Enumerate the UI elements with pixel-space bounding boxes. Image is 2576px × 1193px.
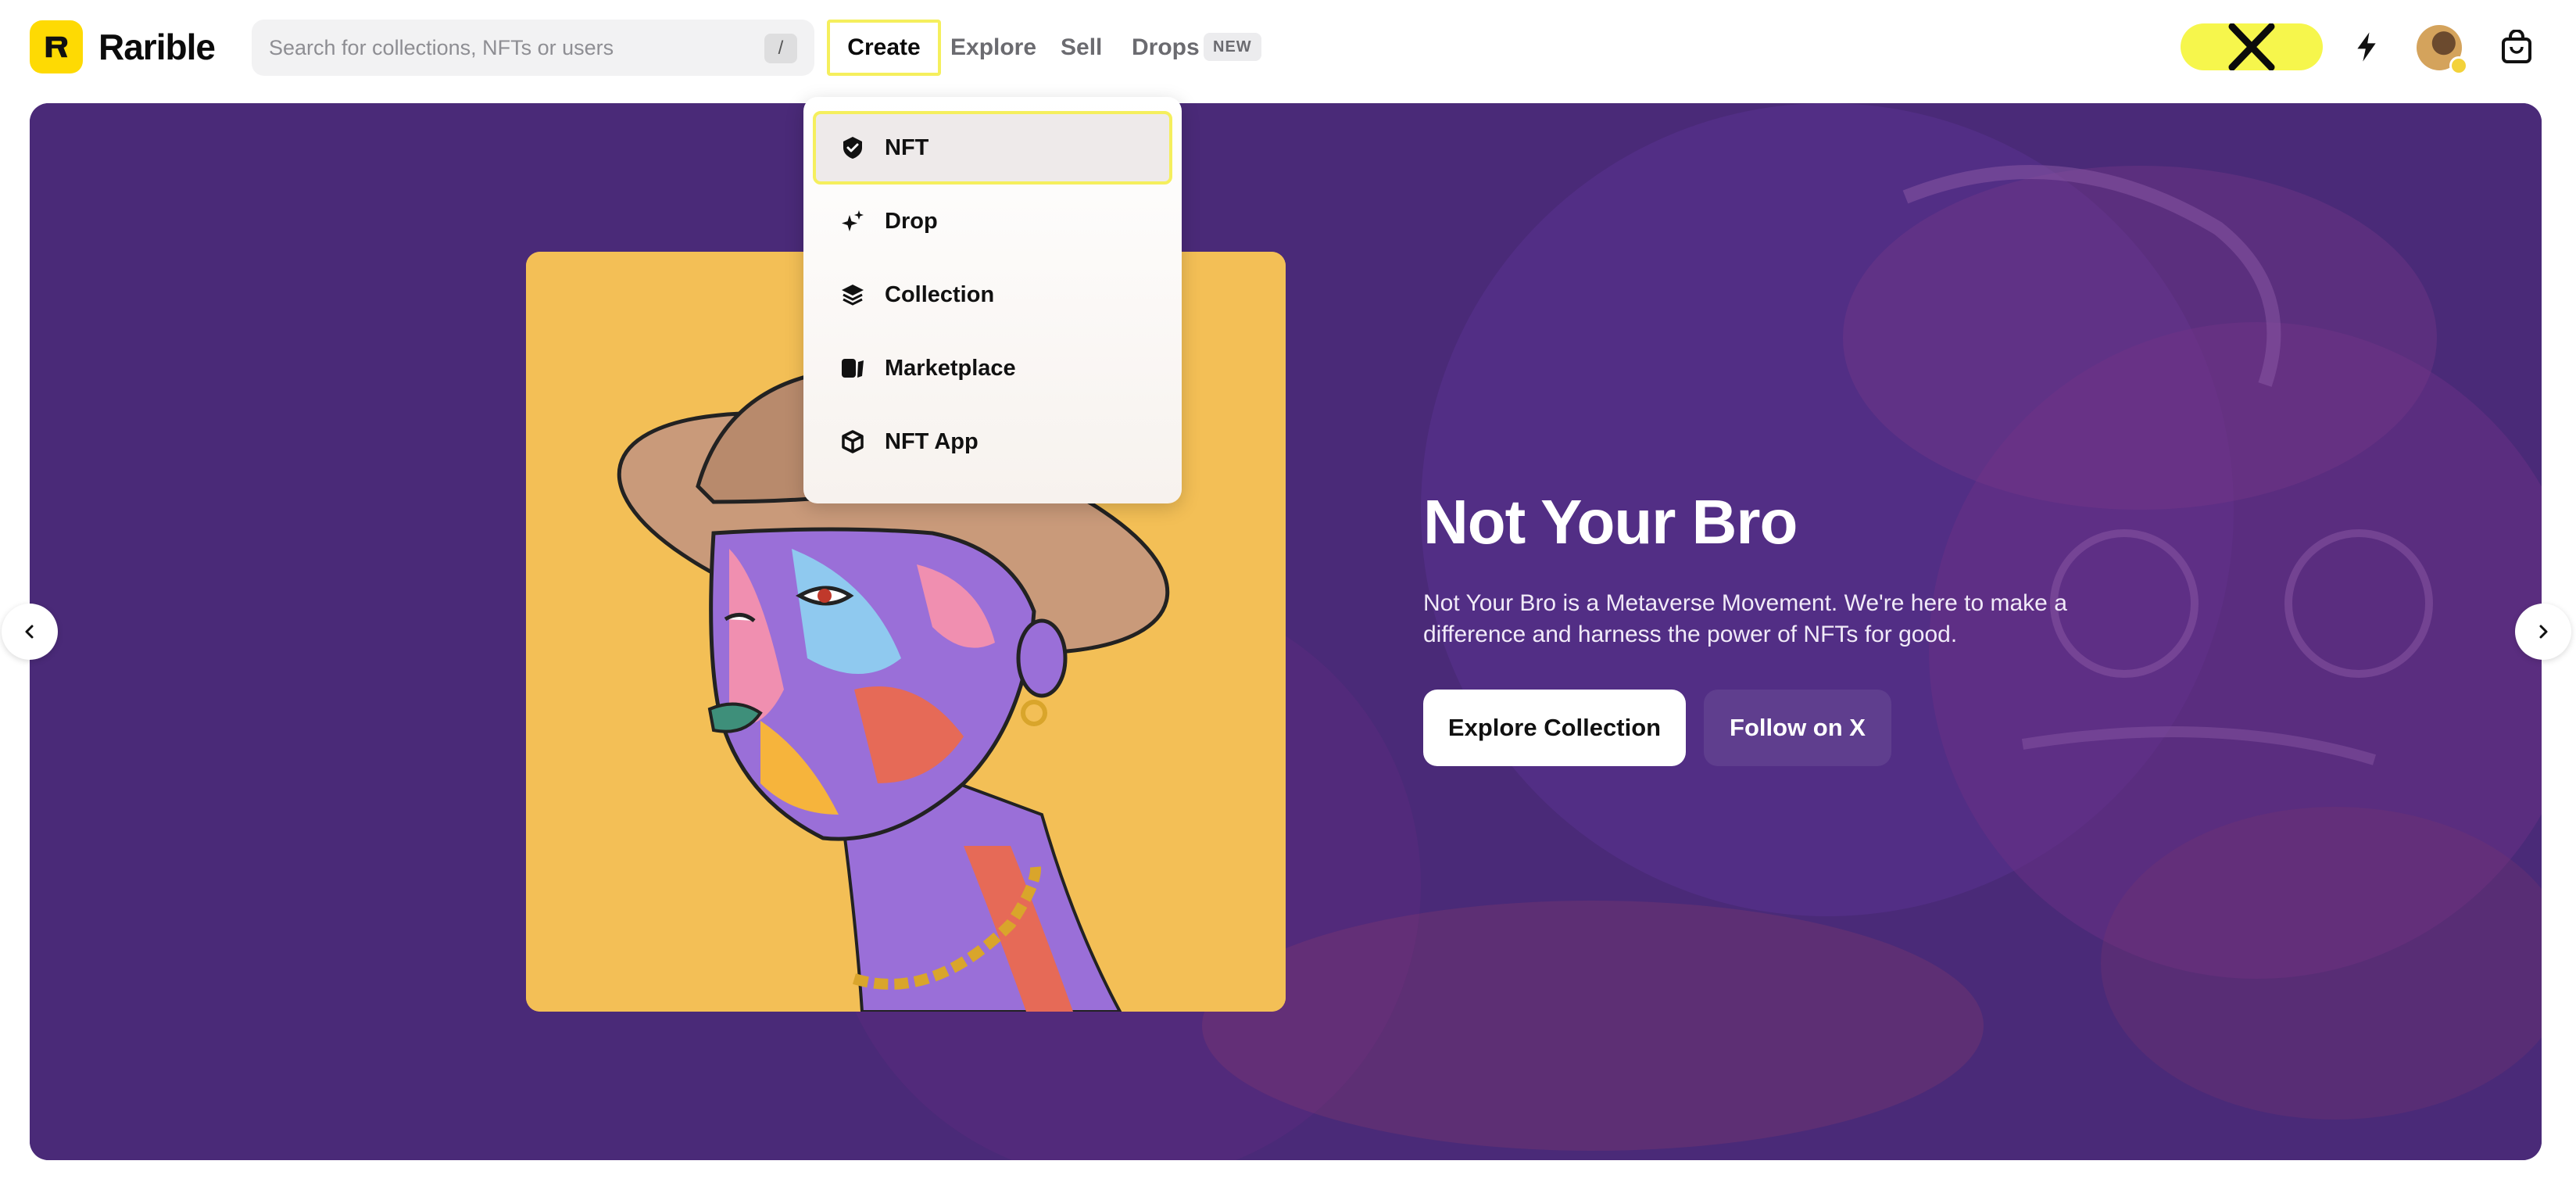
- shield-check-icon: [839, 134, 866, 161]
- chevron-right-icon: [2539, 625, 2548, 639]
- search-bar[interactable]: Search for collections, NFTs or users /: [252, 20, 814, 76]
- chevron-left-icon: [25, 625, 34, 639]
- hero-banner: Not Your Bro Not Your Bro is a Metaverse…: [30, 103, 2542, 1160]
- menu-item-collection[interactable]: Collection: [813, 258, 1172, 331]
- create-dropdown-menu: NFT Drop Collection Marketplace NFT App: [803, 97, 1182, 503]
- menu-item-label: Drop: [885, 208, 938, 234]
- follow-on-x-button[interactable]: Follow on X: [1704, 690, 1891, 766]
- menu-item-label: Marketplace: [885, 355, 1016, 381]
- hero-description: Not Your Bro is a Metaverse Movement. We…: [1423, 590, 2067, 647]
- explore-collection-button[interactable]: Explore Collection: [1423, 690, 1686, 766]
- menu-item-nft[interactable]: NFT: [813, 111, 1172, 185]
- nav-sell[interactable]: Sell: [1061, 20, 1102, 76]
- new-badge: NEW: [1204, 33, 1261, 61]
- menu-item-nft-app[interactable]: NFT App: [813, 405, 1172, 478]
- top-header: Rarible Search for collections, NFTs or …: [0, 0, 2576, 94]
- marketplace-icon: [839, 355, 866, 382]
- menu-item-label: NFT App: [885, 428, 979, 454]
- nav-explore[interactable]: Explore: [950, 20, 1036, 76]
- hero-background-art: [30, 103, 2542, 1160]
- bolt-icon[interactable]: [2348, 23, 2385, 70]
- cube-icon: [839, 428, 866, 455]
- brand-name[interactable]: Rarible: [98, 20, 216, 73]
- verified-badge-icon: [2449, 56, 2468, 75]
- menu-item-marketplace[interactable]: Marketplace: [813, 331, 1172, 405]
- sparkle-icon: [839, 208, 866, 235]
- carousel-next-button[interactable]: [2515, 604, 2571, 660]
- x-promo-button[interactable]: [2181, 23, 2323, 70]
- nav-create[interactable]: Create: [827, 20, 941, 76]
- layers-icon: [839, 281, 866, 308]
- carousel-prev-button[interactable]: [2, 604, 58, 660]
- nav-drops[interactable]: Drops: [1132, 20, 1200, 76]
- rarible-logo-icon[interactable]: [30, 20, 83, 73]
- hero-title: Not Your Bro: [1423, 487, 1798, 557]
- search-input[interactable]: Search for collections, NFTs or users: [269, 20, 614, 76]
- menu-item-label: Collection: [885, 281, 995, 307]
- x-logo-icon: [2228, 23, 2275, 70]
- shopping-bag-icon[interactable]: [2495, 23, 2538, 70]
- menu-item-drop[interactable]: Drop: [813, 185, 1172, 258]
- search-shortcut-key: /: [764, 34, 797, 63]
- menu-item-label: NFT: [885, 134, 929, 160]
- logo-r-glyph: [45, 36, 68, 58]
